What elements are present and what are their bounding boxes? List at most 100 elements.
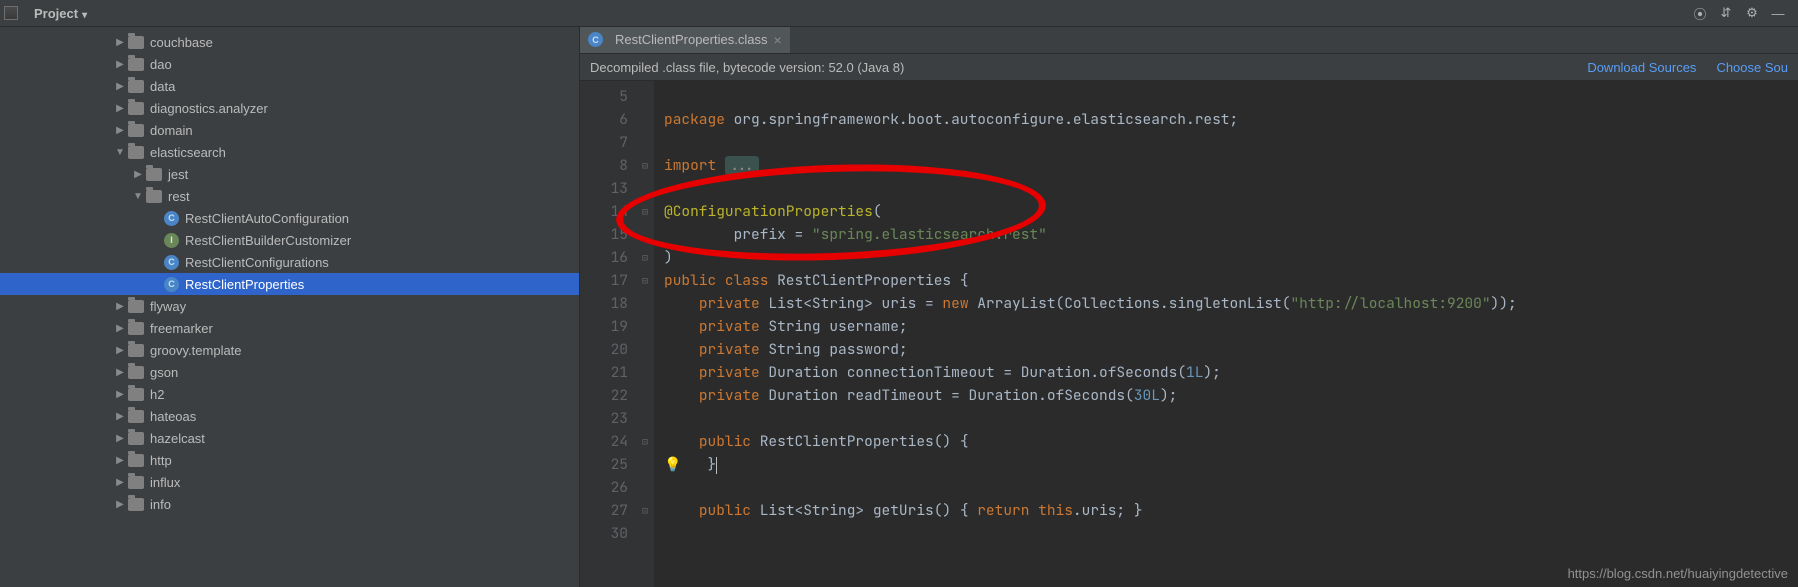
folder-icon — [128, 454, 144, 467]
tree-item-elasticsearch[interactable]: ▼ elasticsearch — [0, 141, 579, 163]
editor-panel: C RestClientProperties.class × Decompile… — [580, 27, 1798, 587]
folder-icon — [128, 80, 144, 93]
expander-icon[interactable]: ▶ — [112, 301, 128, 312]
tree-item-jest[interactable]: ▶jest — [0, 163, 579, 185]
fold-gutter: ⊟⊟⊡⊟⊡⊡ — [636, 81, 654, 587]
folder-icon — [128, 498, 144, 511]
folder-icon — [128, 410, 144, 423]
tree-item-restclientbuildercustomizer[interactable]: I RestClientBuilderCustomizer — [0, 229, 579, 251]
class-icon: C — [164, 277, 179, 292]
folder-icon — [146, 168, 162, 181]
expander-icon[interactable]: ▶ — [112, 411, 128, 422]
tree-item-restclientautoconfiguration[interactable]: C RestClientAutoConfiguration — [0, 207, 579, 229]
interface-icon: I — [164, 233, 179, 248]
tree-item-freemarker[interactable]: ▶ freemarker — [0, 317, 579, 339]
tree-item-couchbase[interactable]: ▶couchbase — [0, 31, 579, 53]
tree-item-label: info — [150, 497, 171, 512]
editor-tabs: C RestClientProperties.class × — [580, 27, 1798, 54]
hide-icon[interactable]: — — [1770, 5, 1786, 21]
tree-item-label: diagnostics.analyzer — [150, 101, 268, 116]
tree-item-label: rest — [168, 189, 190, 204]
tree-item-label: elasticsearch — [150, 145, 226, 160]
expander-icon[interactable]: ▶ — [112, 499, 128, 510]
expander-icon[interactable]: ▶ — [112, 455, 128, 466]
top-toolbar: Project▾ ⦿ ⇵ ⚙ — — [0, 0, 1798, 27]
tree-item-label: data — [150, 79, 175, 94]
expander-icon[interactable]: ▶ — [112, 345, 128, 356]
folder-icon — [128, 322, 144, 335]
choose-sources-link[interactable]: Choose Sou — [1716, 60, 1788, 75]
lightbulb-icon[interactable]: 💡 — [664, 456, 681, 474]
tree-item-label: domain — [150, 123, 193, 138]
tree-item-label: hateoas — [150, 409, 196, 424]
expander-icon[interactable]: ▶ — [130, 169, 146, 180]
tree-item-label: http — [150, 453, 172, 468]
tree-item-h2[interactable]: ▶ h2 — [0, 383, 579, 405]
tree-item-label: h2 — [150, 387, 164, 402]
folder-icon — [128, 366, 144, 379]
expander-icon[interactable]: ▶ — [112, 103, 128, 114]
tree-item-dao[interactable]: ▶ dao — [0, 53, 579, 75]
target-icon[interactable]: ⦿ — [1692, 5, 1708, 21]
tree-item-hateoas[interactable]: ▶ hateoas — [0, 405, 579, 427]
project-tree-panel[interactable]: ▶couchbase▶dao▶data▶diagnostics.analyzer… — [0, 27, 580, 587]
expander-icon[interactable]: ▼ — [112, 147, 128, 158]
class-icon: C — [164, 211, 179, 226]
code-area[interactable]: 567813141516171819202122232425262730 ⊟⊟⊡… — [580, 81, 1798, 587]
tab-restclientproperties[interactable]: C RestClientProperties.class × — [580, 27, 791, 53]
tree-item-info[interactable]: ▶ info — [0, 493, 579, 515]
code-content[interactable]: package org.springframework.boot.autocon… — [654, 81, 1798, 587]
tree-item-domain[interactable]: ▶ domain — [0, 119, 579, 141]
tree-item-restclientconfigurations[interactable]: C RestClientConfigurations — [0, 251, 579, 273]
tree-item-label: dao — [150, 57, 172, 72]
watermark: https://blog.csdn.net/huaiyingdetective — [1568, 566, 1788, 581]
folder-icon — [128, 476, 144, 489]
fold-placeholder[interactable]: ... — [725, 156, 759, 175]
tree-item-label: influx — [150, 475, 180, 490]
tree-item-label: flyway — [150, 299, 186, 314]
expander-icon[interactable]: ▶ — [112, 81, 128, 92]
expander-icon[interactable]: ▼ — [130, 191, 146, 202]
tree-item-label: RestClientAutoConfiguration — [185, 211, 349, 226]
tree-item-restclientproperties[interactable]: C RestClientProperties — [0, 273, 579, 295]
class-icon: C — [588, 32, 603, 47]
tree-item-diagnostics-analyzer[interactable]: ▶ diagnostics.analyzer — [0, 97, 579, 119]
tree-item-influx[interactable]: ▶ influx — [0, 471, 579, 493]
expander-icon[interactable]: ▶ — [112, 389, 128, 400]
folder-icon — [128, 146, 144, 159]
folder-icon — [128, 102, 144, 115]
collapse-icon[interactable]: ⇵ — [1718, 5, 1734, 21]
tree-item-http[interactable]: ▶ http — [0, 449, 579, 471]
tree-item-label: RestClientBuilderCustomizer — [185, 233, 351, 248]
tree-item-rest[interactable]: ▼ rest — [0, 185, 579, 207]
expander-icon[interactable]: ▶ — [112, 433, 128, 444]
decompile-banner: Decompiled .class file, bytecode version… — [580, 54, 1798, 81]
expander-icon[interactable]: ▶ — [112, 367, 128, 378]
tree-item-hazelcast[interactable]: ▶ hazelcast — [0, 427, 579, 449]
line-gutter: 567813141516171819202122232425262730 — [580, 81, 636, 587]
folder-icon — [128, 58, 144, 71]
expander-icon[interactable]: ▶ — [112, 59, 128, 70]
tree-item-groovy-template[interactable]: ▶ groovy.template — [0, 339, 579, 361]
tree-item-label: gson — [150, 365, 178, 380]
expander-icon[interactable]: ▶ — [112, 125, 128, 136]
download-sources-link[interactable]: Download Sources — [1587, 60, 1696, 75]
expander-icon[interactable]: ▶ — [112, 477, 128, 488]
expander-icon[interactable]: ▶ — [112, 37, 128, 48]
project-dropdown[interactable]: Project▾ — [34, 6, 87, 21]
close-icon[interactable]: × — [773, 32, 781, 48]
tree-item-data[interactable]: ▶ data — [0, 75, 579, 97]
folder-icon — [128, 388, 144, 401]
tree-item-label: freemarker — [150, 321, 213, 336]
tree-item-label: RestClientProperties — [185, 277, 304, 292]
tree-item-gson[interactable]: ▶ gson — [0, 361, 579, 383]
class-icon: C — [164, 255, 179, 270]
gear-icon[interactable]: ⚙ — [1744, 5, 1760, 21]
folder-icon — [128, 344, 144, 357]
tree-item-label: groovy.template — [150, 343, 242, 358]
tree-item-label: hazelcast — [150, 431, 205, 446]
tree-item-label: RestClientConfigurations — [185, 255, 329, 270]
expander-icon[interactable]: ▶ — [112, 323, 128, 334]
folder-icon — [128, 300, 144, 313]
tree-item-flyway[interactable]: ▶ flyway — [0, 295, 579, 317]
